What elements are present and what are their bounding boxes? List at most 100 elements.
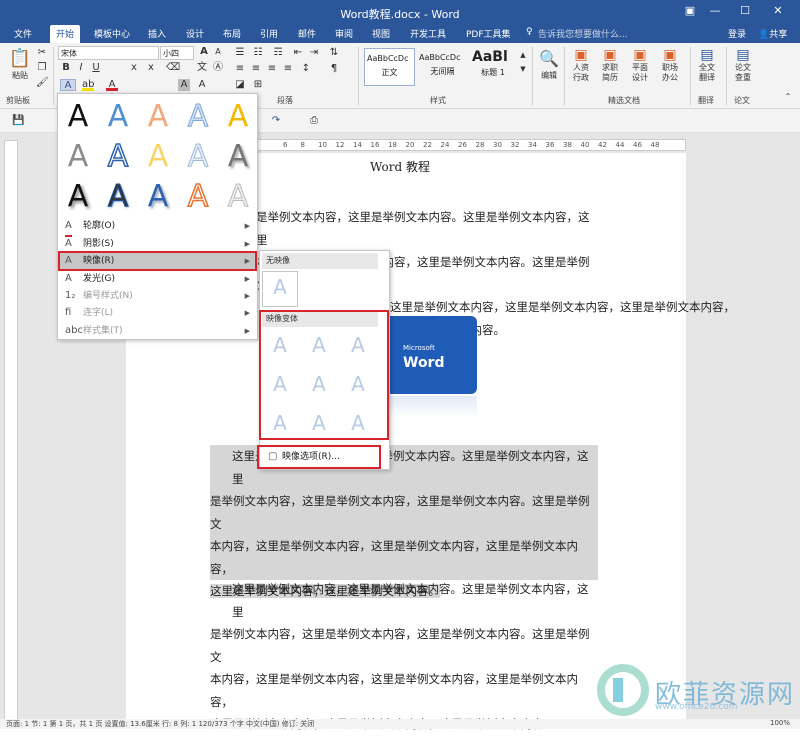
effect-style-black[interactable]: A [58,97,98,137]
tab-view[interactable]: 视图 [372,27,390,40]
font-name-box[interactable]: 宋体 [58,46,159,60]
effect-style-blue[interactable]: A [98,97,138,137]
effect-style-silver[interactable]: A [218,177,258,217]
paragraph-3[interactable]: 这里是举例文本内容，这里是举例文本内容。这里是举例文本内容，这里 是举例文本内容… [210,578,598,736]
tab-design[interactable]: 设计 [186,27,204,40]
text-effects-button[interactable]: A [60,79,76,91]
redo-icon[interactable]: ↷ [270,115,282,127]
effect-style-gray-shadow[interactable]: A [218,137,258,177]
effect-style-gray[interactable]: A [58,137,98,177]
tab-references[interactable]: 引用 [260,27,278,40]
menu-item-glow[interactable]: A 发光(G) ▶ [59,270,256,288]
format-painter-icon[interactable]: 🖌 [36,77,49,89]
numbering-icon[interactable]: ☷ [252,47,264,59]
vertical-ruler[interactable] [4,140,18,720]
effect-style-dark-blue[interactable]: A [98,177,138,217]
tell-me-search[interactable]: 告诉我您想要做什么... [538,27,628,40]
share-button[interactable]: 👤共享 [758,27,787,40]
sort-icon[interactable]: ⇅ [328,47,340,59]
effect-style-gold[interactable]: A [218,97,258,137]
paper-check-button[interactable]: ▤ 论文 查重 [730,47,756,83]
feature-resume-button[interactable]: ▣ 求职 简历 [597,47,623,83]
show-marks-icon[interactable]: ¶ [328,63,340,75]
align-left-icon[interactable]: ≡ [234,63,246,75]
phonetic-guide-icon[interactable]: 文 [196,62,208,74]
style-no-spacing[interactable]: AaBbCcDc 无间隔 [417,48,468,86]
menu-item-number-style[interactable]: 1₂ 编号样式(N) ▶ [59,287,256,305]
tab-layout[interactable]: 布局 [223,27,241,40]
char-shading-icon[interactable]: A [178,79,190,91]
full-translate-button[interactable]: ▤ 全文 翻译 [694,47,720,83]
styles-scroll-icon[interactable]: ▲ [517,49,529,61]
tab-mailings[interactable]: 邮件 [298,27,316,40]
maximize-icon[interactable]: ☐ [735,4,755,17]
tab-pdf-tools[interactable]: PDF工具集 [466,27,511,40]
menu-item-outline[interactable]: A 轮廓(O) ▶ [59,217,256,237]
grow-font-icon[interactable]: A [198,46,210,58]
shrink-font-icon[interactable]: A [212,46,224,58]
line-spacing-icon[interactable]: ↕ [300,63,312,75]
italic-icon[interactable]: I [75,62,87,74]
close-icon[interactable]: ✕ [768,4,788,17]
font-color-icon[interactable]: A [106,79,118,91]
align-right-icon[interactable]: ≡ [266,63,278,75]
enclose-char-icon[interactable]: Ⓐ [212,62,224,74]
no-reflection-option[interactable]: A [262,271,298,307]
edit-button[interactable]: 编辑 [536,71,562,81]
effect-style-blue-shadow[interactable]: A [138,177,178,217]
group-styles: 样式 [430,96,446,105]
paste-icon[interactable]: 📋 [8,49,32,69]
multilevel-list-icon[interactable]: ☶ [272,47,284,59]
print-preview-icon[interactable]: ⎙ [308,115,320,127]
tab-insert[interactable]: 插入 [148,27,166,40]
feature-hr-button[interactable]: ▣ 人资 行政 [568,47,594,83]
increase-indent-icon[interactable]: ⇥ [308,47,320,59]
collapse-ribbon-icon[interactable]: ⌃ [782,91,794,103]
tab-template-center[interactable]: 模板中心 [94,27,130,40]
highlight-icon[interactable]: ab [82,79,94,91]
find-icon[interactable]: 🔍 [536,49,562,69]
effect-style-black-shadow[interactable]: A [58,177,98,217]
minimize-icon[interactable]: — [705,4,725,17]
shading-icon[interactable]: ◪ [234,79,246,91]
effect-style-yellow[interactable]: A [138,137,178,177]
effect-style-orange-outline[interactable]: A [138,97,178,137]
char-border-icon[interactable]: A [196,79,208,91]
effect-style-orange[interactable]: A [178,177,218,217]
bold-icon[interactable]: B [60,62,72,74]
copy-icon[interactable]: ❐ [36,62,48,74]
word-image[interactable]: Microsoft Word [377,316,477,394]
styles-scroll-icon[interactable]: ▼ [517,63,529,75]
underline-icon[interactable]: U [90,62,102,74]
zoom-level[interactable]: 100% [770,719,790,727]
borders-icon[interactable]: ⊞ [252,79,264,91]
clear-format-icon[interactable]: ⌫ [166,62,180,74]
align-center-icon[interactable]: ≡ [250,63,262,75]
menu-item-ligature[interactable]: ﬁ 连字(L) ▶ [59,304,256,322]
effect-style-blue-outline-bold[interactable]: A [98,137,138,177]
tab-home[interactable]: 开始 [50,25,81,43]
paste-button[interactable]: 粘贴 [8,71,32,81]
style-normal[interactable]: AaBbCcDc 正文 [364,48,415,86]
tab-file[interactable]: 文件 [14,27,32,40]
login-link[interactable]: 登录 [728,27,746,40]
tab-developer[interactable]: 开发工具 [410,27,446,40]
feature-graphic-design-button[interactable]: ▣ 平面 设计 [627,47,653,83]
decrease-indent-icon[interactable]: ⇤ [292,47,304,59]
menu-item-stylistic-set[interactable]: abc 样式集(T) ▶ [59,322,256,340]
effect-style-blue-outline[interactable]: A [178,97,218,137]
feature-office-button[interactable]: ▣ 职场 办公 [657,47,683,83]
menu-item-shadow[interactable]: A 阴影(S) ▶ [59,235,256,253]
subscript-icon[interactable]: x [128,62,140,74]
menu-item-reflection[interactable]: A 映像(R) ▶ [58,251,257,271]
bullets-icon[interactable]: ☰ [234,47,246,59]
tab-review[interactable]: 审阅 [335,27,353,40]
ribbon-display-icon[interactable]: ▣ [680,4,700,17]
style-heading-1[interactable]: AaBl 标题 1 [470,48,516,86]
effect-style-light-blue[interactable]: A [178,137,218,177]
cut-icon[interactable]: ✂ [36,47,48,59]
save-icon[interactable]: 💾 [12,115,24,127]
justify-icon[interactable]: ≡ [282,63,294,75]
font-size-box[interactable]: 小四 [160,46,194,60]
superscript-icon[interactable]: x [145,62,157,74]
